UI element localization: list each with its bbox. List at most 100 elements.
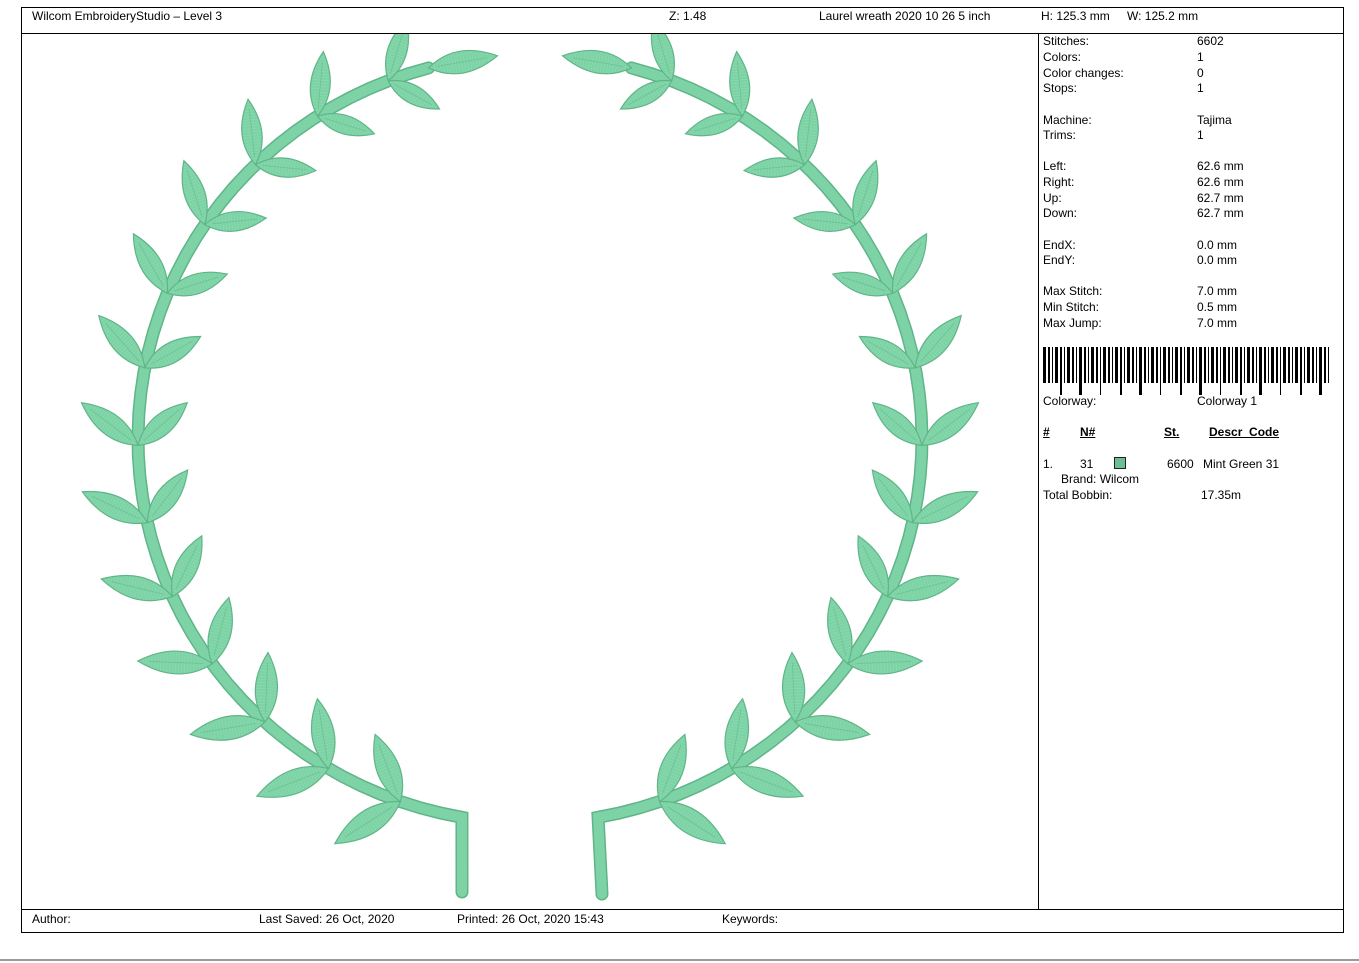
barcode-bar [1211,347,1214,383]
barcode-bar [1055,347,1058,383]
stops-label: Stops: [1043,81,1078,95]
endx-label: EndX: [1043,238,1076,252]
col-header-number: N# [1080,425,1096,439]
max-stitch-value: 7.0 mm [1197,284,1238,298]
trims-value: 1 [1197,128,1204,142]
printed-date: Printed: 26 Oct, 2020 15:43 [457,912,604,926]
barcode-bar [1144,347,1146,383]
barcode-bar [1280,347,1281,395]
col-header-description: Descr_Code [1209,425,1280,439]
barcode-bar [1120,347,1122,395]
barcode-bar [1148,347,1149,383]
barcode-bar [1328,347,1329,383]
col-header-stitches: St. [1164,425,1180,439]
barcode-bar [1276,347,1278,383]
barcode-bar [1319,347,1322,395]
barcode-bar [1139,347,1142,395]
design-name: Laurel wreath 2020 10 26 5 inch [819,9,991,23]
barcode-bar [1184,347,1185,383]
barcode-bar [1288,347,1290,383]
down-value: 62.7 mm [1197,206,1244,220]
keywords-label: Keywords: [722,912,779,926]
colorway-value: Colorway 1 [1197,394,1258,408]
barcode-image [1043,347,1329,395]
color-row-brand: Brand: Wilcom [1061,472,1140,486]
barcode-bar [1216,347,1218,383]
design-height: H: 125.3 mm [1041,9,1110,23]
barcode-bar [1304,347,1305,383]
design-canvas[interactable] [22,18,1038,909]
window-bottom-edge [0,959,1359,961]
up-label: Up: [1043,191,1062,205]
colors-value: 1 [1197,50,1204,64]
zoom-level: Z: 1.48 [669,9,707,23]
barcode-bar [1192,347,1194,383]
down-label: Down: [1043,206,1078,220]
barcode-bar [1151,347,1154,383]
endy-label: EndY: [1043,253,1076,267]
barcode-bar [1208,347,1209,383]
barcode-bar [1204,347,1206,383]
barcode-bar [1312,347,1314,383]
stops-value: 1 [1197,81,1204,95]
barcode-bar [1052,347,1053,383]
max-jump-label: Max Jump: [1043,316,1102,330]
right-branch [561,18,980,901]
color-row-stitches: 6600 [1167,457,1194,471]
barcode-bar [1244,347,1245,383]
color-row-number: 31 [1080,457,1094,471]
color-row-description: Mint Green 31 [1203,457,1280,471]
barcode-bar [1064,347,1065,383]
barcode-bar [1103,347,1106,383]
barcode-bar [1168,347,1170,383]
total-bobbin-value: 17.35m [1201,488,1242,502]
barcode-bar [1136,347,1137,383]
colorway-label: Colorway: [1043,394,1097,408]
barcode-bar [1180,347,1182,395]
barcode-bar [1115,347,1118,383]
barcode-bar [1220,347,1221,395]
max-stitch-label: Max Stitch: [1043,284,1103,298]
barcode-bar [1247,347,1250,383]
trims-label: Trims: [1043,128,1076,142]
color-swatch [1114,457,1126,469]
barcode-bar [1283,347,1286,383]
barcode-bar [1235,347,1238,383]
barcode-bar [1264,347,1266,383]
barcode-bar [1096,347,1098,383]
barcode-bar [1240,347,1242,395]
info-panel-divider [1038,33,1039,910]
barcode-bar [1259,347,1262,395]
last-saved: Last Saved: 26 Oct, 2020 [259,912,395,926]
stitches-label: Stitches: [1043,34,1090,48]
barcode-bar [1307,347,1310,383]
barcode-bar [1187,347,1190,383]
left-label: Left: [1043,159,1067,173]
left-value: 62.6 mm [1197,159,1244,173]
barcode-bar [1076,347,1077,383]
barcode-bar [1072,347,1074,383]
barcode-bar [1100,347,1101,395]
barcode-bar [1228,347,1230,383]
barcode-bar [1324,347,1326,383]
barcode-bar [1172,347,1173,383]
barcode-bar [1088,347,1089,383]
barcode-bar [1232,347,1233,383]
right-value: 62.6 mm [1197,175,1244,189]
endx-value: 0.0 mm [1197,238,1238,252]
barcode-bar [1300,347,1302,395]
barcode-bar [1108,347,1110,383]
barcode-bar [1124,347,1125,383]
barcode-bar [1295,347,1298,383]
max-jump-value: 7.0 mm [1197,316,1238,330]
barcode-bar [1060,347,1062,395]
machine-label: Machine: [1043,113,1092,127]
colors-label: Colors: [1043,50,1082,64]
barcode-bar [1268,347,1269,383]
barcode-bar [1160,347,1161,395]
left-branch [80,18,499,899]
barcode-bar [1223,347,1226,383]
barcode-bar [1079,347,1082,395]
barcode-bar [1196,347,1197,383]
total-bobbin-label: Total Bobbin: [1043,488,1113,502]
